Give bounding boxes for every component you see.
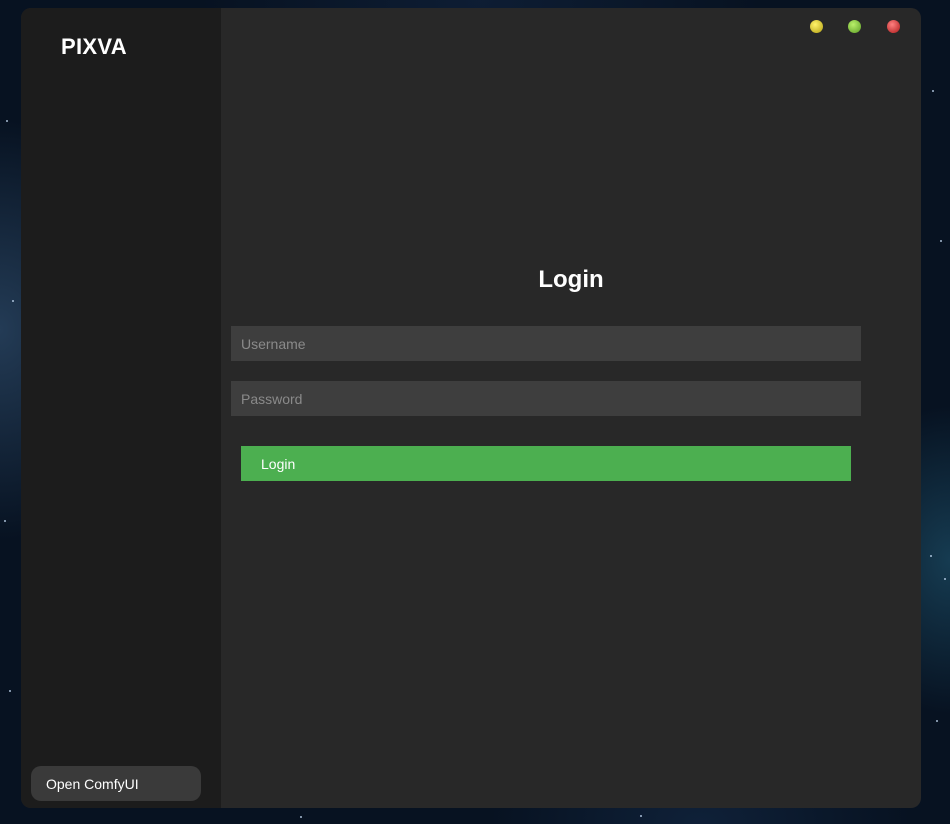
minimize-icon[interactable] bbox=[810, 20, 823, 33]
star bbox=[640, 815, 642, 817]
star bbox=[6, 120, 8, 122]
star bbox=[940, 240, 942, 242]
star bbox=[944, 578, 946, 580]
star bbox=[9, 690, 11, 692]
star bbox=[4, 520, 6, 522]
sidebar: PIXVA Open ComfyUI bbox=[21, 8, 221, 808]
open-comfyui-button[interactable]: Open ComfyUI bbox=[31, 766, 201, 801]
main-panel: Login Login bbox=[221, 8, 921, 808]
star bbox=[936, 720, 938, 722]
login-title: Login bbox=[538, 266, 604, 293]
star bbox=[932, 90, 934, 92]
username-input[interactable] bbox=[231, 326, 861, 361]
close-icon[interactable] bbox=[887, 20, 900, 33]
app-window: PIXVA Open ComfyUI Login Login bbox=[21, 8, 921, 808]
star bbox=[930, 555, 932, 557]
login-button[interactable]: Login bbox=[241, 446, 851, 481]
maximize-icon[interactable] bbox=[848, 20, 861, 33]
star bbox=[12, 300, 14, 302]
app-logo: PIXVA bbox=[61, 34, 127, 59]
star bbox=[300, 816, 302, 818]
password-input[interactable] bbox=[231, 381, 861, 416]
